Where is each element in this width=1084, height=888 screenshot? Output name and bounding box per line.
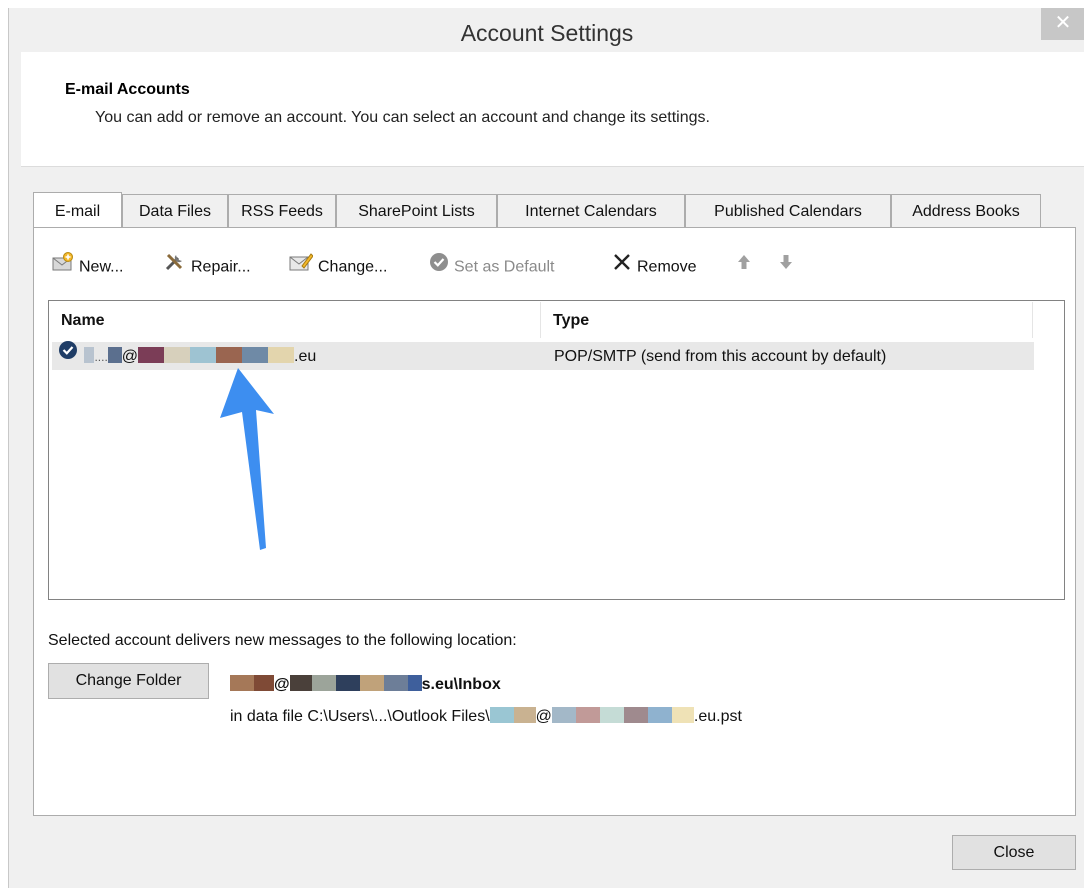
column-header-type[interactable]: Type [541,302,1033,338]
redacted-block [623,707,648,724]
redacted-block [335,675,360,692]
tools-icon [164,252,186,283]
change-button[interactable]: Change... [289,252,387,282]
header-section: E-mail Accounts You can add or remove an… [21,52,1084,167]
redacted-block [190,347,217,364]
repair-button[interactable]: Repair... [164,252,251,282]
remove-button[interactable]: Remove [612,252,697,282]
tab-data-files[interactable]: Data Files [122,194,228,227]
close-window-button[interactable]: ✕ [1041,8,1084,40]
redacted-block [311,675,336,692]
redacted-block [513,707,536,724]
tab-email[interactable]: E-mail [33,192,122,227]
redacted-block [242,347,269,364]
redacted-block [138,347,165,364]
check-circle-icon [429,252,449,283]
redacted-block [671,707,694,724]
arrow-down-icon [778,252,794,283]
dialog-title: Account Settings [460,20,634,46]
redacted-block [216,347,243,364]
move-up-button[interactable] [736,252,757,282]
redacted-block [359,675,384,692]
redacted-block [575,707,600,724]
redacted-block [407,675,422,692]
account-list: Name Type .... @ .eu POP/SMTP (send from t… [48,300,1065,600]
move-down-button[interactable] [778,252,799,282]
redacted-block [599,707,624,724]
header-subtitle: You can add or remove an account. You ca… [95,109,710,126]
redacted-block [268,347,295,364]
account-row[interactable]: .... @ .eu POP/SMTP (send from this accoun… [52,340,1034,370]
redacted-block [254,675,274,692]
new-mail-icon [52,252,74,283]
arrow-up-icon [736,252,752,283]
redacted-block [489,707,514,724]
change-folder-button[interactable]: Change Folder [48,663,209,699]
annotation-arrow [208,368,288,554]
account-type-cell: POP/SMTP (send from this account by defa… [554,348,887,365]
tab-published-calendars[interactable]: Published Calendars [685,194,891,227]
redacted-block [647,707,672,724]
delivery-folder-path: @ s.eu\Inbox [230,675,501,694]
column-header-name[interactable]: Name [49,302,541,338]
default-account-check-icon [58,340,78,370]
redacted-block [289,675,312,692]
header-title: E-mail Accounts [65,81,190,98]
change-account-icon [289,252,314,283]
redacted-block [230,675,254,692]
redacted-block [84,347,95,364]
set-as-default-button[interactable]: Set as Default [429,252,555,282]
tab-internet-calendars[interactable]: Internet Calendars [497,194,685,227]
close-button[interactable]: Close [952,835,1076,870]
remove-x-icon [612,252,632,283]
tab-sharepoint-lists[interactable]: SharePoint Lists [336,194,497,227]
delivery-location-label: Selected account delivers new messages t… [48,632,517,649]
tab-rss-feeds[interactable]: RSS Feeds [228,194,336,227]
redacted-block [383,675,408,692]
account-name-cell: .... @ .eu [58,340,316,370]
redacted-block [164,347,191,364]
new-button[interactable]: New... [52,252,123,282]
data-file-path: in data file C:\Users\...\Outlook Files\… [230,707,742,725]
tab-address-books[interactable]: Address Books [891,194,1041,227]
redacted-block [551,707,576,724]
redacted-block [107,347,122,364]
